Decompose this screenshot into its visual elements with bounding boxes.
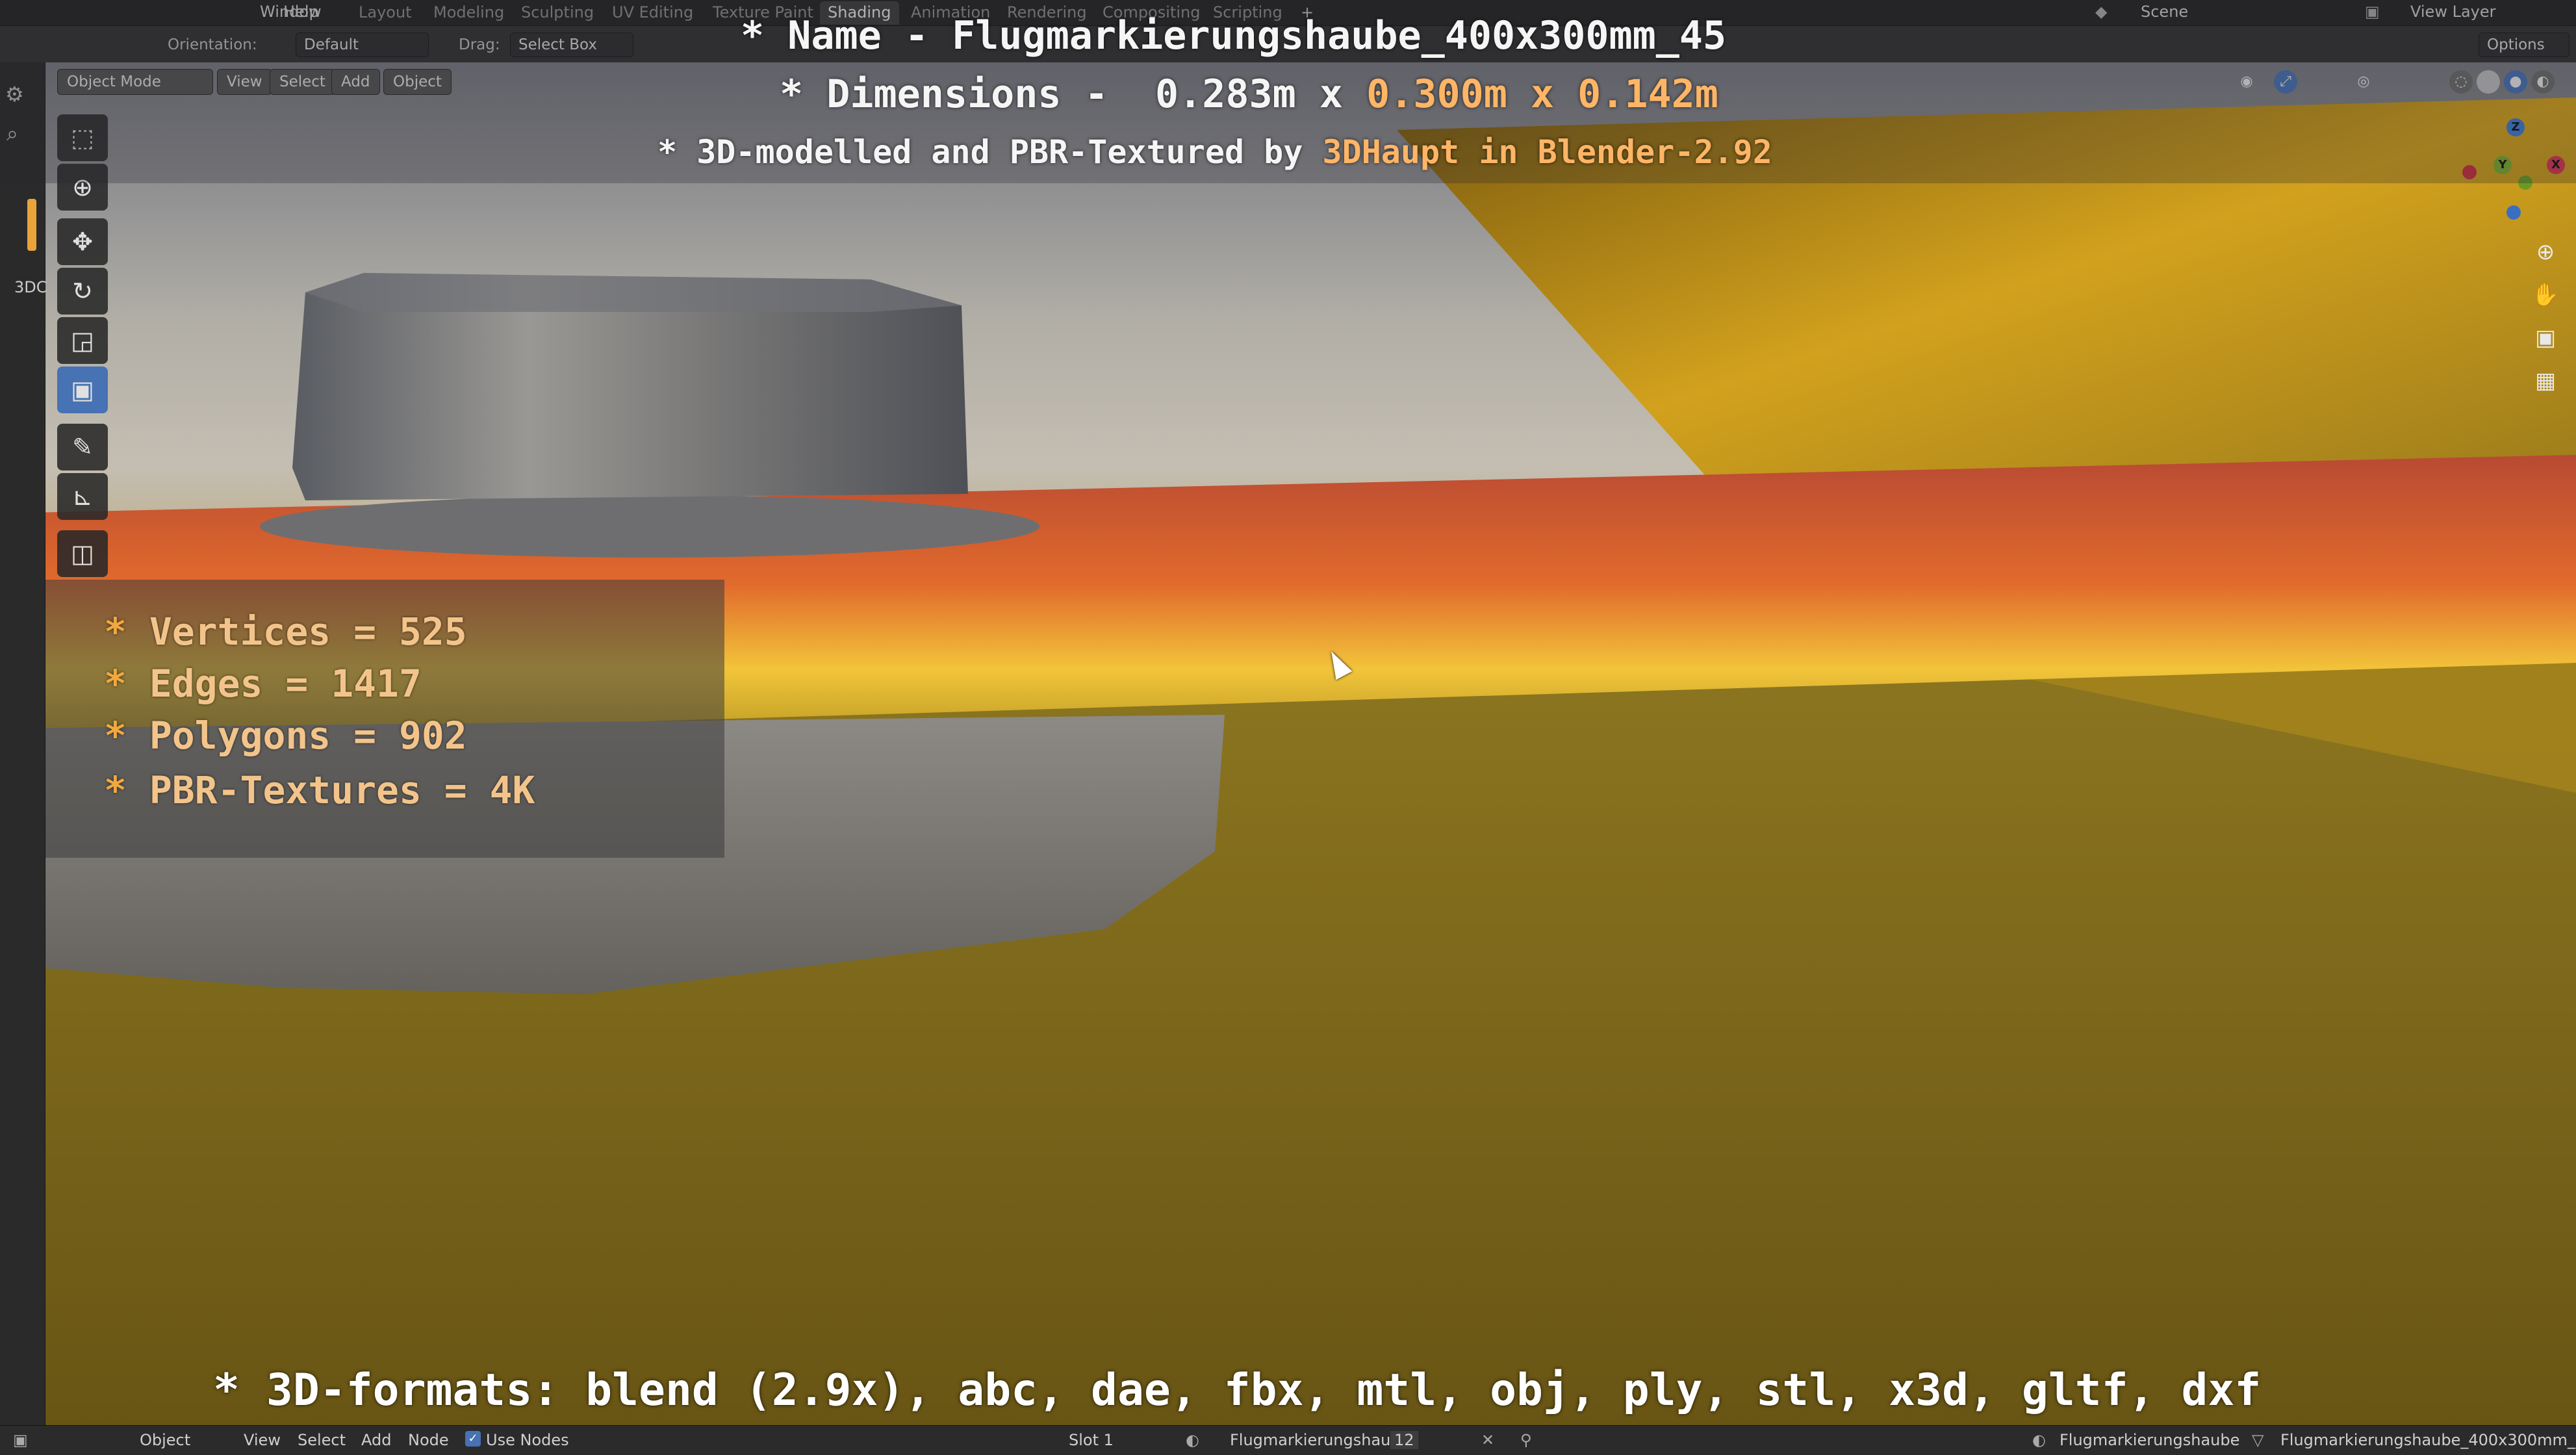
pin-icon[interactable]: ⚲	[1520, 1431, 1532, 1449]
credit-highlight: 3DHaupt in Blender-2.92	[1322, 133, 1772, 171]
washer	[260, 495, 1039, 558]
scale-tool-icon[interactable]: ◲	[57, 317, 108, 364]
zoom-icon[interactable]: ⊕	[2527, 234, 2564, 270]
add-cube-tool-icon[interactable]: ◫	[57, 530, 108, 577]
dimensions-prefix: * Dimensions - 0.283m x	[780, 71, 1367, 117]
credit-prefix: * 3D-modelled and PBR-Textured by	[657, 133, 1323, 171]
move-tool-icon[interactable]: ✥	[57, 218, 108, 265]
gizmo-neg-z[interactable]	[2506, 205, 2521, 220]
annotate-tool-icon[interactable]: ✎	[57, 424, 108, 470]
object-dropdown[interactable]: Object	[140, 1431, 190, 1449]
status-select-menu[interactable]: Select	[298, 1431, 346, 1449]
name-line: * Name - Flugmarkierungshaube_400x300mm_…	[741, 13, 1727, 58]
use-nodes-checkbox[interactable]: ✓	[465, 1431, 481, 1447]
formats-line: * 3D-formats: blend (2.9x), abc, dae, fb…	[213, 1365, 2262, 1416]
stat-textures: * PBR-Textures = 4K	[104, 768, 535, 812]
camera-icon[interactable]: ▣	[2527, 320, 2564, 356]
tool-shelf: ⬚ ⊕ ✥ ↻ ◲ ▣ ✎ ⊾ ◫	[57, 114, 109, 582]
credit-line: * 3D-modelled and PBR-Textured by 3DHaup…	[657, 133, 1772, 171]
slot-dropdown[interactable]: Slot 1	[1069, 1431, 1114, 1449]
stat-edges: * Edges = 1417	[104, 662, 422, 706]
mesh-icon: ▽	[2252, 1431, 2264, 1449]
mesh-name[interactable]: Flugmarkierungshaube_400x300mm_45	[2280, 1431, 2576, 1449]
editor-icon[interactable]: ▣	[13, 1431, 28, 1449]
rotate-tool-icon[interactable]: ↻	[57, 268, 108, 315]
node-editor-header: ▣ Object View Select Add Node ✓ Use Node…	[0, 1425, 2576, 1455]
transform-tool-icon[interactable]: ▣	[57, 367, 108, 413]
hand-pan-icon[interactable]: ✋	[2527, 277, 2564, 313]
left-editor-strip: ⚙ ⌕ 3DC	[0, 62, 47, 1425]
material-name[interactable]: Flugmarkierungshau...	[1230, 1431, 1405, 1449]
grid-view-icon[interactable]: ▦	[2527, 363, 2564, 399]
users-count[interactable]: 12	[1390, 1431, 1418, 1449]
object-icon: ◐	[2032, 1431, 2046, 1449]
dimensions-line: * Dimensions - 0.283m x 0.300m x 0.142m	[780, 71, 1718, 117]
object-name[interactable]: Flugmarkierungshaube	[2060, 1431, 2239, 1449]
stat-vertices: * Vertices = 525	[104, 610, 467, 654]
node-menu[interactable]: Node	[408, 1431, 449, 1449]
status-add-menu[interactable]: Add	[361, 1431, 391, 1449]
stat-polygons: * Polygons = 902	[104, 714, 467, 758]
status-view-menu[interactable]: View	[244, 1431, 281, 1449]
dimensions-highlight: 0.300m x 0.142m	[1366, 71, 1718, 117]
use-nodes-label: Use Nodes	[486, 1431, 569, 1449]
material-icon[interactable]: ◐	[1186, 1431, 1199, 1449]
close-icon[interactable]: ✕	[1481, 1431, 1494, 1449]
active-indicator	[27, 199, 36, 251]
left-label: 3DC	[14, 278, 47, 296]
measure-tool-icon[interactable]: ⊾	[57, 473, 108, 520]
